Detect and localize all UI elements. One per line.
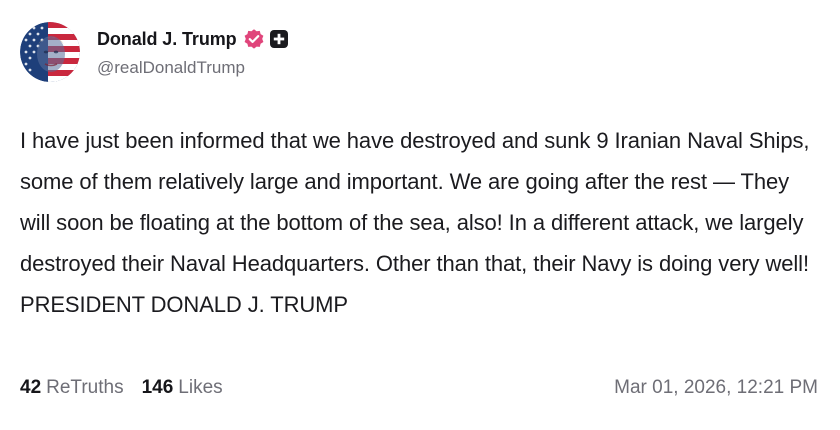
author-block: Donald J. Trump @realDonaldTrump [97, 26, 289, 78]
avatar[interactable] [20, 22, 80, 82]
author-name-row: Donald J. Trump [97, 26, 289, 52]
post-content: I have just been informed that we have d… [20, 120, 820, 325]
likes-label: Likes [178, 377, 223, 398]
plus-badge-icon [269, 30, 288, 48]
author-handle[interactable]: @realDonaldTrump [97, 58, 289, 78]
post-timestamp[interactable]: Mar 01, 2026, 12:21 PM [614, 377, 818, 399]
post-footer: 42 ReTruths 146 Likes Mar 01, 2026, 12:2… [20, 373, 818, 403]
truth-post: Donald J. Trump @realDonaldTrump I have … [0, 0, 840, 430]
post-text: I have just been informed that we have d… [20, 128, 810, 317]
author-display-name[interactable]: Donald J. Trump [97, 29, 237, 50]
retruths-stat[interactable]: 42 ReTruths [20, 377, 124, 399]
verified-badge-icon [244, 29, 263, 49]
retruths-label: ReTruths [46, 377, 124, 398]
retruths-count: 42 [20, 377, 42, 398]
likes-count: 146 [141, 377, 174, 398]
avatar-image [20, 22, 80, 82]
likes-stat[interactable]: 146 Likes [142, 377, 223, 399]
